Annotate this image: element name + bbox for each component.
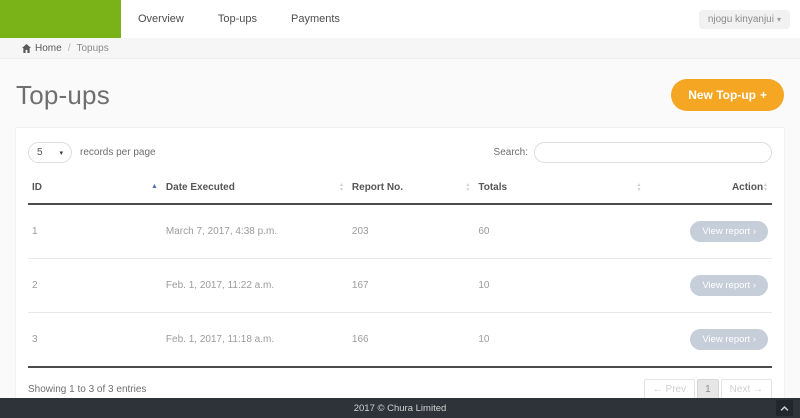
cell-report-no: 167	[347, 258, 475, 313]
cell-totals: 10	[474, 258, 646, 313]
search-label: Search:	[493, 147, 528, 158]
table-row: 3 Feb. 1, 2017, 11:18 a.m. 166 10 View r…	[28, 312, 772, 368]
sort-icon: ▲ ▼	[465, 182, 471, 193]
cell-date-executed: March 7, 2017, 4:38 p.m.	[161, 204, 348, 259]
table-controls: 5 ▾ records per page Search:	[28, 142, 772, 163]
table-header-row: ID ▲ Date Executed ▲ ▼ Report No. ▲ ▼ Tota…	[28, 176, 772, 205]
cell-totals: 60	[474, 204, 646, 259]
plus-icon: +	[759, 88, 767, 102]
prev-page-button[interactable]: ← Prev	[643, 379, 696, 400]
current-page-button[interactable]: 1	[697, 379, 719, 400]
next-page-button[interactable]: Next →	[720, 379, 772, 400]
user-menu-label: njogu kinyanjui	[707, 13, 774, 25]
nav-item-payments[interactable]: Payments	[274, 0, 357, 38]
cell-id: 1	[28, 204, 162, 259]
cell-report-no: 166	[347, 312, 475, 368]
column-header-totals[interactable]: Totals ▲ ▼	[474, 176, 646, 205]
sort-asc-icon: ▲	[150, 183, 158, 190]
caret-down-icon: ▾	[776, 14, 781, 24]
column-header-date-executed[interactable]: Date Executed ▲ ▼	[161, 176, 348, 205]
nav-links: Overview Top-ups Payments	[121, 0, 357, 38]
scroll-to-top-button[interactable]	[776, 400, 793, 416]
top-navbar: Overview Top-ups Payments njogu kinyanju…	[0, 0, 800, 38]
brand-logo[interactable]	[0, 0, 121, 38]
page-title: Top-ups	[16, 79, 110, 110]
breadcrumb-separator: /	[67, 42, 71, 54]
breadcrumb-current: Topups	[76, 42, 109, 54]
cell-action: View report ›	[645, 204, 772, 259]
cell-action: View report ›	[645, 312, 772, 368]
view-report-button[interactable]: View report ›	[690, 221, 768, 242]
user-menu-dropdown[interactable]: njogu kinyanjui ▾	[698, 9, 790, 29]
cell-report-no: 203	[347, 204, 475, 259]
caret-down-icon: ▾	[59, 149, 63, 157]
breadcrumb-home-link[interactable]: Home	[35, 43, 62, 54]
table-row: 1 March 7, 2017, 4:38 p.m. 203 60 View r…	[28, 204, 772, 259]
cell-id: 2	[28, 258, 162, 313]
column-header-action[interactable]: ▲ ▼ Action	[645, 176, 772, 205]
sort-icon: ▲ ▼	[338, 182, 344, 193]
copyright-text: 2017 © Chura Limited	[353, 402, 447, 414]
footer: 2017 © Chura Limited	[0, 398, 800, 418]
records-per-page-label: records per page	[80, 147, 156, 158]
entries-summary: Showing 1 to 3 of 3 entries	[28, 384, 147, 395]
nav-item-overview[interactable]: Overview	[121, 0, 201, 38]
topups-table: ID ▲ Date Executed ▲ ▼ Report No. ▲ ▼ Tota…	[28, 176, 772, 368]
cell-action: View report ›	[645, 258, 772, 313]
cell-id: 3	[28, 312, 162, 368]
cell-date-executed: Feb. 1, 2017, 11:22 a.m.	[161, 258, 348, 313]
table-row: 2 Feb. 1, 2017, 11:22 a.m. 167 10 View r…	[28, 258, 772, 313]
cell-totals: 10	[474, 312, 646, 368]
page-header: Top-ups New Top-up +	[0, 59, 800, 119]
chevron-up-icon	[780, 405, 789, 411]
column-header-id[interactable]: ID ▲	[28, 176, 162, 205]
page-size-control: 5 ▾ records per page	[28, 142, 156, 163]
new-topup-button[interactable]: New Top-up +	[671, 79, 784, 111]
search-control: Search:	[494, 142, 772, 163]
topups-table-card: 5 ▾ records per page Search: ID ▲ Date Ex…	[15, 127, 785, 411]
nav-item-topups[interactable]: Top-ups	[201, 0, 274, 38]
table-footer: Showing 1 to 3 of 3 entries ← Prev 1 Nex…	[28, 368, 772, 400]
view-report-button[interactable]: View report ›	[690, 329, 768, 350]
breadcrumb: Home / Topups	[0, 38, 800, 59]
column-header-report-no[interactable]: Report No. ▲ ▼	[347, 176, 475, 205]
home-icon	[22, 43, 31, 53]
new-topup-label: New Top-up	[688, 88, 756, 102]
sort-icon: ▲ ▼	[763, 182, 768, 193]
pagination: ← Prev 1 Next →	[643, 379, 772, 400]
page-size-select[interactable]: 5 ▾	[28, 142, 72, 163]
search-input[interactable]	[534, 142, 772, 163]
cell-date-executed: Feb. 1, 2017, 11:18 a.m.	[161, 312, 348, 368]
sort-icon: ▲ ▼	[636, 182, 642, 193]
page-size-value: 5	[37, 147, 43, 158]
view-report-button[interactable]: View report ›	[690, 275, 768, 296]
